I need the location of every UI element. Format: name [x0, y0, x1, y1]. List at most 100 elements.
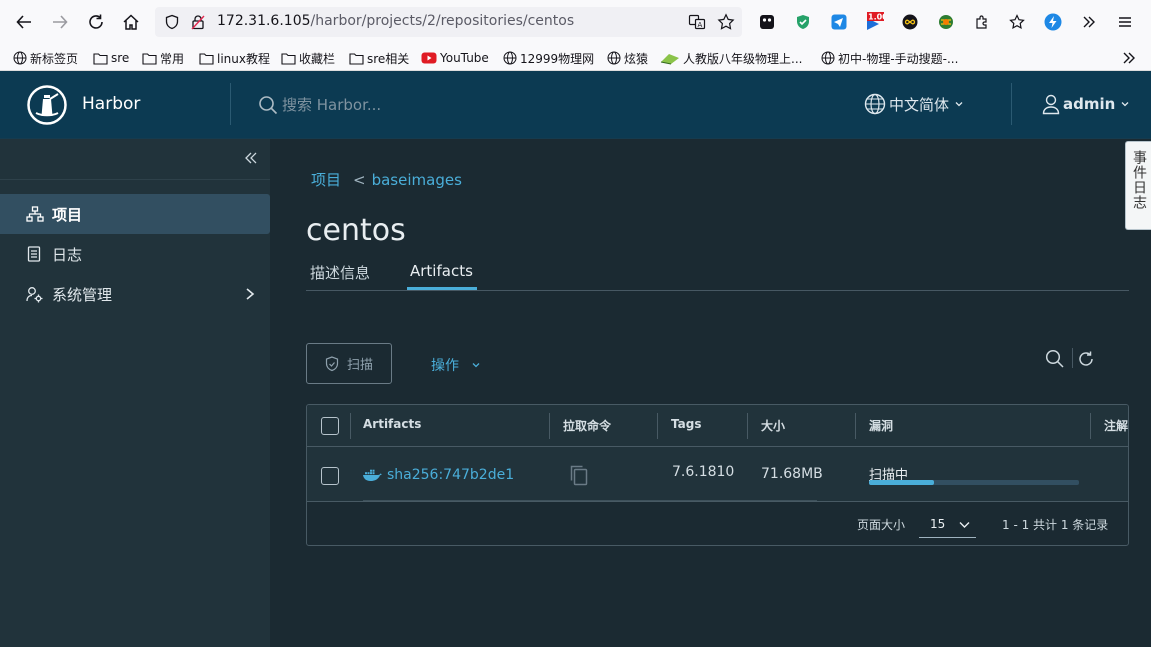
home-icon[interactable] — [120, 11, 142, 33]
harbor-logo-icon[interactable] — [27, 85, 67, 125]
bookmark-folder[interactable]: 常用 — [142, 49, 184, 67]
collapse-sidebar-icon[interactable] — [244, 151, 258, 165]
column-divider — [747, 413, 748, 439]
insecure-lock-icon[interactable] — [190, 14, 206, 30]
copy-pull-command-icon[interactable] — [569, 464, 589, 486]
column-header-annotations[interactable]: 注解 — [1104, 417, 1128, 434]
global-search[interactable]: 搜索 Harbor... — [258, 94, 381, 115]
extensions-puzzle-icon[interactable] — [972, 12, 992, 32]
breadcrumb-project-link[interactable]: baseimages — [372, 171, 462, 189]
back-icon[interactable] — [13, 11, 35, 33]
breadcrumb: 项目 < baseimages — [311, 169, 462, 190]
forward-icon[interactable] — [49, 11, 71, 33]
refresh-icon[interactable] — [1077, 350, 1095, 368]
shield-icon[interactable] — [164, 14, 180, 30]
select-all-checkbox[interactable] — [321, 417, 339, 435]
repository-tabs: 描述信息 Artifacts — [306, 259, 1129, 291]
url-text: 172.31.6.105/harbor/projects/2/repositor… — [217, 13, 575, 29]
column-divider — [1090, 413, 1091, 439]
filter-search-icon[interactable] — [1045, 349, 1065, 369]
bookmark-label: 初中-物理-手动搜题-... — [838, 51, 959, 66]
extension-badge-icon[interactable]: 1.00 — [864, 12, 884, 32]
user-icon — [1042, 94, 1060, 115]
username: admin — [1063, 95, 1116, 113]
artifact-digest-link[interactable]: sha256:747b2de1 — [362, 467, 514, 483]
breadcrumb-projects-link[interactable]: 项目 — [311, 169, 341, 190]
bookmark-folder[interactable]: sre相关 — [349, 49, 409, 67]
address-bar[interactable]: 172.31.6.105/harbor/projects/2/repositor… — [155, 7, 742, 37]
bookmark-folder[interactable]: sre — [93, 49, 129, 67]
artifact-digest: sha256:747b2de1 — [387, 467, 515, 483]
globe-icon — [821, 51, 835, 65]
column-divider — [855, 413, 856, 439]
bookmark-item[interactable]: 炫猿 — [607, 49, 648, 67]
extension-grid-icon[interactable] — [757, 12, 777, 32]
column-header-size[interactable]: 大小 — [761, 417, 785, 434]
sidebar-item-administration[interactable]: 系统管理 — [0, 274, 270, 314]
bookmark-folder[interactable]: 收藏栏 — [281, 49, 335, 67]
sidebar-item-label: 系统管理 — [52, 286, 113, 304]
bookmark-folder[interactable]: linux教程 — [199, 49, 270, 67]
bookmark-star-icon[interactable] — [1007, 12, 1027, 32]
svg-text:A: A — [698, 21, 703, 29]
column-header-tags[interactable]: Tags — [671, 417, 701, 431]
globe-icon — [13, 51, 27, 65]
overflow-chevrons-icon[interactable] — [1079, 12, 1099, 32]
bookmark-item[interactable]: YouTube — [421, 49, 489, 67]
reload-icon[interactable] — [85, 11, 107, 33]
actions-dropdown[interactable]: 操作 — [431, 355, 481, 375]
bookmark-item[interactable]: 12999物理网 — [503, 49, 594, 67]
menu-icon[interactable] — [1115, 12, 1135, 32]
language-selector[interactable]: 中文简体 — [864, 93, 964, 115]
star-icon[interactable] — [717, 13, 735, 31]
tab-info[interactable]: 描述信息 — [310, 262, 370, 283]
bookmarks-overflow-icon[interactable] — [1121, 49, 1140, 67]
sidebar-item-projects[interactable]: 项目 — [0, 194, 270, 234]
table-row[interactable]: sha256:747b2de1 7.6.1810 71.68MB 扫描中 — [307, 447, 1128, 502]
page-size-select[interactable]: 15 — [919, 511, 976, 538]
bookmarks-bar: 新标签页 sre 常用 linux教程 收藏栏 sre相关 YouTube 12… — [0, 44, 1151, 71]
tab-artifacts[interactable]: Artifacts — [410, 262, 473, 280]
row-checkbox[interactable] — [321, 467, 339, 485]
extension-globe-icon[interactable] — [936, 12, 956, 32]
bookmark-label: 常用 — [160, 51, 185, 66]
bookmark-item[interactable]: 初中-物理-手动搜题-... — [821, 49, 958, 67]
bookmark-item[interactable]: 新标签页 — [13, 49, 78, 67]
bookmark-label: 新标签页 — [30, 51, 79, 66]
record-count: 1 - 1 共计 1 条记录 — [1002, 518, 1109, 532]
bookmark-label: sre相关 — [367, 51, 410, 66]
globe-icon — [607, 51, 621, 65]
extension-bolt-icon[interactable] — [1043, 12, 1063, 32]
brand-name[interactable]: Harbor — [82, 94, 140, 114]
column-divider — [549, 413, 550, 439]
admin-icon — [26, 287, 43, 303]
shield-check-icon — [325, 355, 339, 371]
translate-icon[interactable]: A — [688, 13, 706, 31]
search-input[interactable]: 搜索 Harbor... — [282, 94, 381, 115]
event-log-tab[interactable]: 事件日志 — [1125, 141, 1151, 230]
extension-infinity-icon[interactable] — [900, 12, 920, 32]
header-divider — [1011, 83, 1012, 125]
user-menu[interactable]: admin — [1042, 93, 1130, 115]
row-scrollbar[interactable] — [363, 500, 817, 501]
table-header: Artifacts 拉取命令 Tags 大小 漏洞 注解 — [307, 405, 1128, 447]
column-header-artifacts[interactable]: Artifacts — [363, 417, 421, 431]
chevron-down-icon — [472, 363, 480, 368]
artifacts-table: Artifacts 拉取命令 Tags 大小 漏洞 注解 sha256:747b… — [306, 404, 1129, 546]
browser-toolbar: 172.31.6.105/harbor/projects/2/repositor… — [0, 0, 1151, 44]
event-log-label: 事件日志 — [1131, 150, 1147, 210]
extension-shield-icon[interactable] — [793, 12, 813, 32]
folder-icon — [142, 52, 157, 65]
extension-send-icon[interactable] — [829, 12, 849, 32]
scan-button[interactable]: 扫描 — [306, 343, 392, 384]
chevron-down-icon — [955, 102, 963, 107]
bookmark-label: 收藏栏 — [299, 51, 336, 66]
column-header-pull-command[interactable]: 拉取命令 — [563, 417, 611, 434]
column-header-vulnerabilities[interactable]: 漏洞 — [869, 417, 893, 434]
sidebar-item-logs[interactable]: 日志 — [0, 234, 270, 274]
actions-label: 操作 — [431, 358, 459, 374]
projects-icon — [26, 206, 44, 222]
bookmark-item[interactable]: 人教版八年级物理上... — [660, 49, 802, 67]
active-tab-indicator — [407, 287, 477, 290]
main-content: 项目 < baseimages centos 描述信息 Artifacts 扫描… — [270, 139, 1151, 647]
